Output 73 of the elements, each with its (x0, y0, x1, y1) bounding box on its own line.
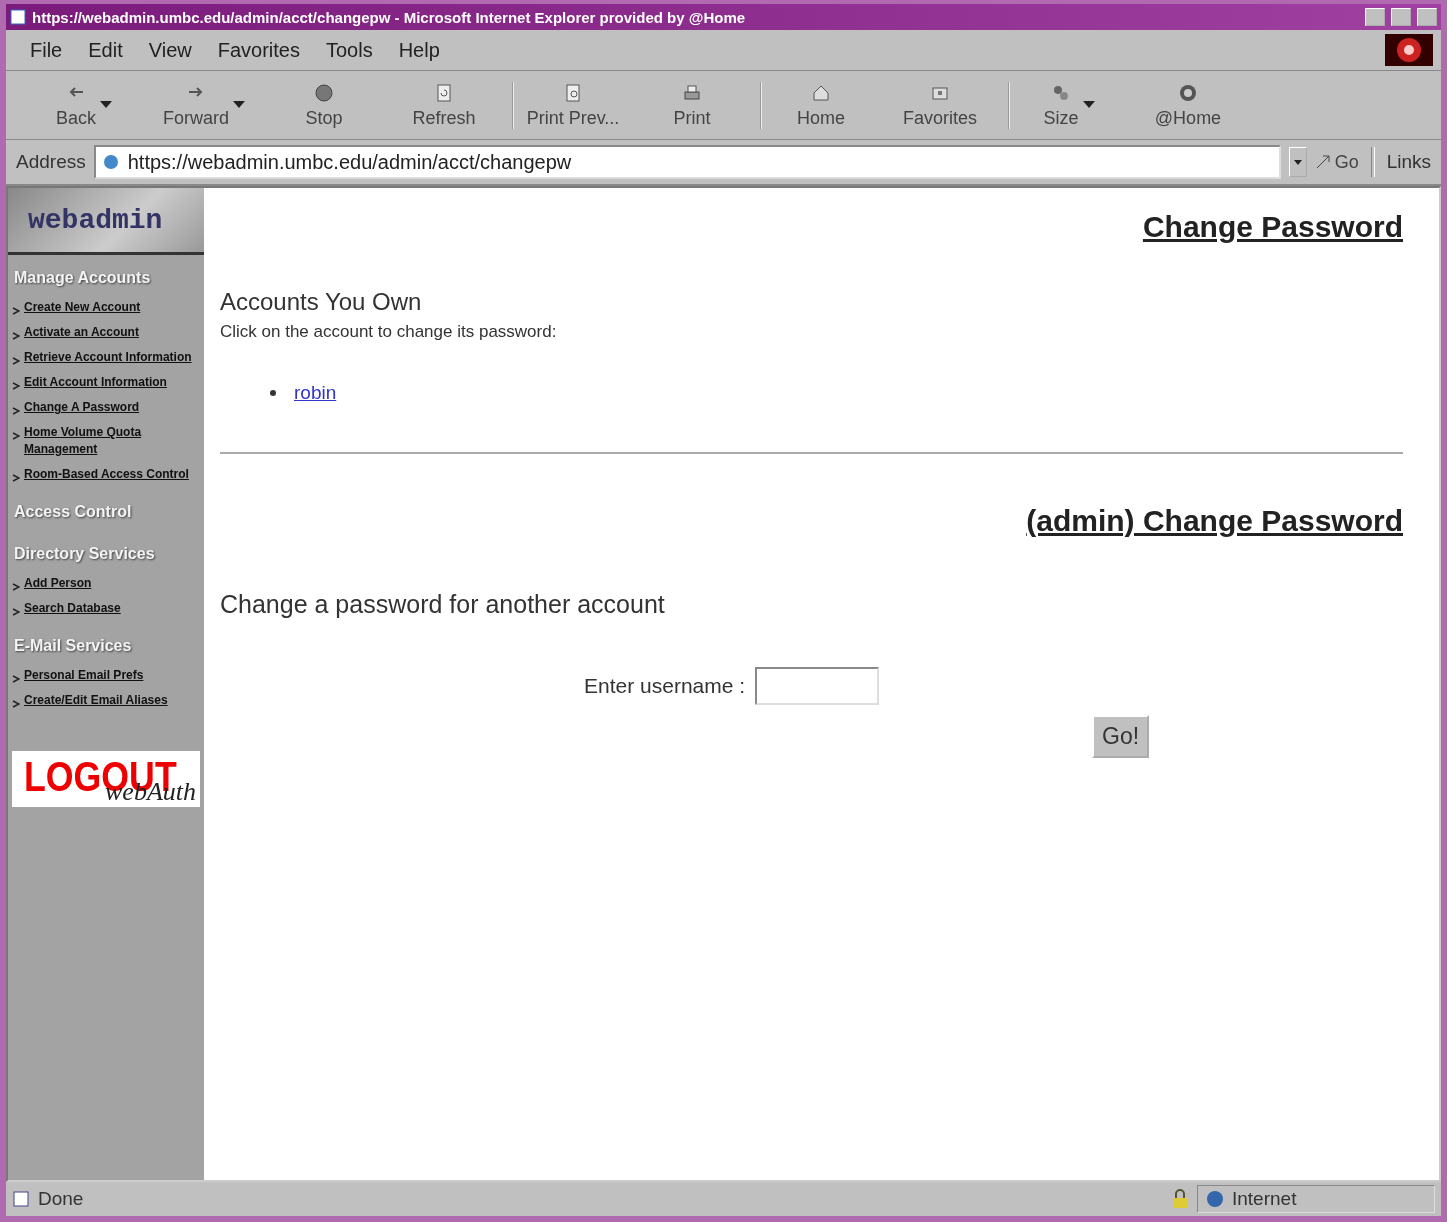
maximize-button[interactable] (1391, 8, 1411, 26)
toolbar-button[interactable]: Size (1008, 81, 1128, 129)
chevron-icon (12, 700, 20, 708)
chevron-icon (12, 608, 20, 616)
account-link[interactable]: robin (294, 382, 337, 404)
chevron-icon (12, 357, 20, 365)
sidebar-link[interactable]: Activate an Account (24, 324, 139, 341)
arrow-icon (1314, 154, 1331, 170)
caret-icon (100, 101, 112, 109)
username-field[interactable] (755, 667, 880, 705)
sidebar-heading: E-Mail Services (13, 636, 133, 656)
menu-item[interactable]: File (30, 38, 63, 62)
sidebar-link[interactable]: Personal Email Prefs (24, 667, 144, 684)
section-title: Change a password for another account (220, 590, 666, 619)
close-button[interactable] (1417, 8, 1437, 26)
toolbar-button[interactable]: Print (632, 81, 752, 129)
sidebar-heading: Manage Accounts (13, 268, 152, 288)
sidebar-link[interactable]: Add Person (24, 575, 92, 592)
dropdown-button[interactable] (1288, 147, 1307, 177)
menu-item[interactable]: Favorites (217, 38, 300, 62)
globe-icon (1206, 1190, 1224, 1208)
chevron-icon (12, 332, 20, 340)
chevron-icon (12, 407, 20, 415)
sidebar-link[interactable]: Edit Account Information (24, 374, 167, 391)
sidebar-link[interactable]: Room-Based Access Control (24, 466, 189, 483)
sidebar-link[interactable]: Retrieve Account Information (24, 349, 192, 366)
browser-logo-icon (1385, 34, 1433, 66)
sidebar-link[interactable]: Search Database (24, 600, 121, 617)
menu-item[interactable]: View (148, 38, 192, 62)
chevron-icon (12, 307, 20, 315)
section-title: Accounts You Own (220, 288, 423, 316)
caret-icon (1082, 101, 1095, 109)
chevron-icon (12, 583, 20, 591)
toolbar-button[interactable]: Refresh (384, 81, 504, 129)
toolbar-button[interactable]: Home (760, 81, 880, 129)
sidebar-heading: Directory Services (13, 544, 156, 564)
stop-icon (313, 81, 335, 104)
menu-item[interactable]: Help (398, 38, 440, 62)
caret-icon (1293, 159, 1302, 165)
sidebar-link[interactable]: Create/Edit Email Aliases (24, 692, 168, 709)
webadmin-logo: webadmin (8, 188, 204, 255)
toolbar-button[interactable]: Stop (264, 81, 384, 129)
instruction-text: Click on the account to change its password: (220, 322, 558, 342)
submit-button[interactable]: Go! (1092, 715, 1150, 758)
toolbar-button[interactable]: Print Prev... (512, 81, 632, 129)
chevron-icon (12, 474, 20, 482)
page-heading: Change Password (1142, 210, 1403, 244)
minimize-button[interactable] (1365, 8, 1385, 26)
sidebar-link[interactable]: Home Volume Quota Management (24, 424, 200, 458)
zone-text: Internet (1232, 1188, 1297, 1210)
toolbar-button[interactable]: Back (24, 81, 144, 129)
toolbar-button[interactable]: Forward (144, 81, 264, 129)
username-label: Enter username : (584, 674, 746, 698)
address-label: Address (16, 151, 86, 173)
menu-item[interactable]: Edit (88, 38, 123, 62)
links-label[interactable]: Links (1386, 151, 1431, 173)
lock-icon (1171, 1189, 1189, 1209)
sidebar-link[interactable]: Create New Account (24, 299, 141, 316)
chevron-icon (12, 675, 20, 683)
address-field[interactable]: https://webadmin.umbc.edu/admin/acct/changepw (93, 145, 1281, 179)
sidebar-link[interactable]: Change A Password (24, 399, 140, 416)
status-text: Done (38, 1188, 84, 1210)
chevron-icon (12, 432, 20, 440)
toolbar-button[interactable]: @Home (1128, 81, 1248, 129)
sidebar-heading: Access Control (13, 502, 133, 522)
window-title: https://webadmin.umbc.edu/admin/acct/changepw - Microsoft Internet Explorer provided by @Home (32, 8, 746, 26)
bullet-icon (270, 390, 276, 396)
caret-icon (233, 101, 245, 109)
page-heading: (admin) Change Password (1026, 504, 1403, 538)
toolbar-button[interactable]: Favorites (880, 81, 1000, 129)
go-button[interactable]: Go (1314, 151, 1359, 173)
chevron-icon (12, 382, 20, 390)
menu-item[interactable]: Tools (325, 38, 373, 62)
